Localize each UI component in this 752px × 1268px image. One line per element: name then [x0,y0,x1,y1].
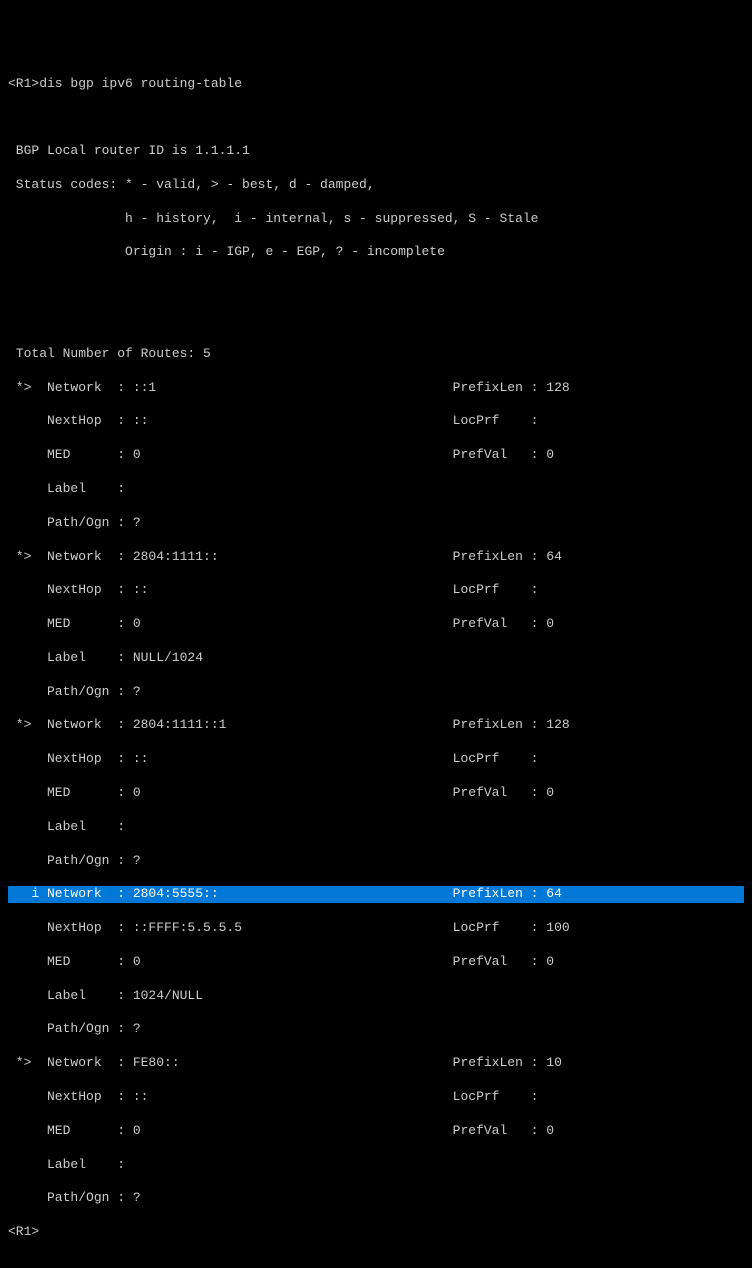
route1-pathogn: Path/Ogn : ? [8,515,744,532]
route3-med: MED : 0 PrefVal : 0 [8,785,744,802]
total-routes: Total Number of Routes: 5 [8,346,744,363]
status-codes-line1: Status codes: * - valid, > - best, d - d… [8,177,744,194]
bgp-router-id: BGP Local router ID is 1.1.1.1 [8,143,744,160]
status-codes-line3: Origin : i - IGP, e - EGP, ? - incomplet… [8,244,744,261]
route1-med: MED : 0 PrefVal : 0 [8,447,744,464]
route2-label: Label : NULL/1024 [8,650,744,667]
route3-label: Label : [8,819,744,836]
route4-label: Label : 1024/NULL [8,988,744,1005]
blank [8,312,744,329]
route2-nexthop: NextHop : :: LocPrf : [8,582,744,599]
status-codes-line2: h - history, i - internal, s - suppresse… [8,211,744,228]
route3-pathogn: Path/Ogn : ? [8,853,744,870]
command-line: <R1>dis bgp ipv6 routing-table [8,76,744,93]
route2-network: *> Network : 2804:1111:: PrefixLen : 64 [8,549,744,566]
route4-pathogn: Path/Ogn : ? [8,1021,744,1038]
route5-network: *> Network : FE80:: PrefixLen : 10 [8,1055,744,1072]
route1-nexthop: NextHop : :: LocPrf : [8,413,744,430]
route1-network: *> Network : ::1 PrefixLen : 128 [8,380,744,397]
prompt[interactable]: <R1> [8,1224,744,1241]
route4-med: MED : 0 PrefVal : 0 [8,954,744,971]
route4-nexthop: NextHop : ::FFFF:5.5.5.5 LocPrf : 100 [8,920,744,937]
route5-pathogn: Path/Ogn : ? [8,1190,744,1207]
route2-pathogn: Path/Ogn : ? [8,684,744,701]
blank [8,278,744,295]
route1-label: Label : [8,481,744,498]
blank [8,109,744,126]
route3-network: *> Network : 2804:1111::1 PrefixLen : 12… [8,717,744,734]
route5-nexthop: NextHop : :: LocPrf : [8,1089,744,1106]
route4-network-highlighted: i Network : 2804:5555:: PrefixLen : 64 [8,886,744,903]
route2-med: MED : 0 PrefVal : 0 [8,616,744,633]
route5-label: Label : [8,1157,744,1174]
route5-med: MED : 0 PrefVal : 0 [8,1123,744,1140]
route3-nexthop: NextHop : :: LocPrf : [8,751,744,768]
